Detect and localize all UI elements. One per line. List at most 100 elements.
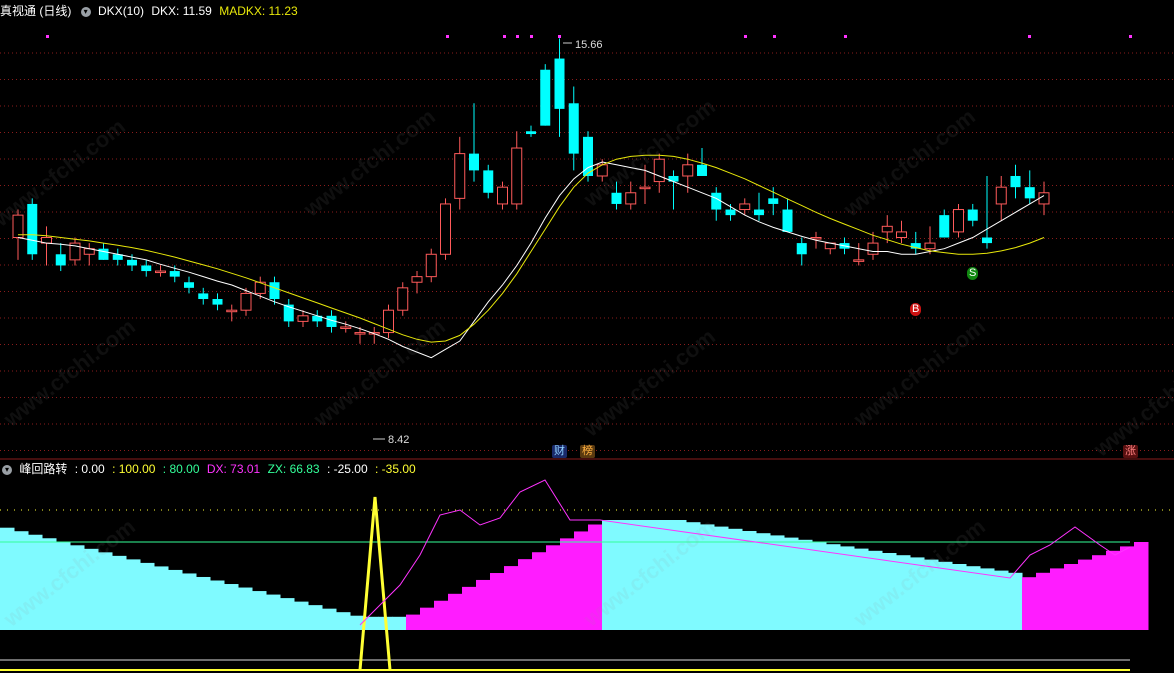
candle-body-down	[141, 265, 152, 272]
candle-body-down	[212, 299, 223, 305]
candle-body-down	[127, 259, 137, 266]
line-low2-value: : -35.00	[374, 462, 416, 476]
indicator-column	[1022, 577, 1037, 630]
indicator-column	[658, 520, 673, 630]
indicator-column	[770, 535, 785, 630]
stock-title: 真视通 (日线)	[0, 4, 72, 18]
indicator-column	[924, 559, 939, 630]
candle-body-up	[682, 164, 694, 177]
dx-value: DX: 73.01	[206, 462, 261, 476]
indicator-column	[0, 527, 15, 630]
main-header: 真视通 (日线) ▾ DKX(10) DKX: 11.59 MADKX: 11.…	[0, 2, 302, 20]
candle-body-down	[483, 170, 494, 193]
indicator-column	[14, 531, 29, 630]
indicator-column	[994, 570, 1009, 630]
indicator-column	[1036, 572, 1051, 630]
cai-marker: 财	[552, 445, 567, 458]
indicator-column	[392, 616, 407, 630]
candle-body-down	[540, 69, 551, 126]
indicator-column	[420, 607, 435, 630]
indicator-column	[602, 520, 617, 630]
candle-body-down	[725, 209, 736, 216]
indicator-column	[140, 562, 155, 630]
indicator-column	[588, 524, 603, 630]
candle-body-down	[796, 243, 807, 255]
candle-body-down	[55, 254, 66, 266]
indicator-title[interactable]: 峰回路转	[19, 462, 67, 476]
indicator-label[interactable]: DKX(10)	[98, 4, 144, 18]
candle-body-up	[511, 147, 523, 205]
indicator-column	[336, 612, 351, 630]
indicator-column	[490, 573, 505, 630]
indicator-column	[728, 528, 743, 630]
indicator-column	[910, 557, 925, 630]
dropdown-icon[interactable]: ▾	[2, 464, 12, 475]
indicator-column	[168, 569, 183, 630]
candle-body-down	[469, 153, 479, 171]
low-price-label: 8.42	[388, 434, 409, 446]
candle-body-up	[995, 186, 1007, 205]
indicator-column	[196, 576, 211, 630]
signal-dot	[446, 35, 449, 38]
candle-body-up	[340, 326, 352, 329]
indicator-column	[560, 538, 575, 630]
indicator-column	[448, 593, 463, 630]
candle-body-up	[853, 259, 865, 262]
candle-body-up	[739, 203, 751, 211]
indicator-column	[630, 520, 645, 630]
indicator-column	[84, 548, 99, 630]
indicator-column	[616, 520, 631, 630]
signal-dot	[844, 35, 847, 38]
dkx-value: DKX: 11.59	[151, 4, 212, 18]
indicator-column	[812, 542, 827, 630]
candle-body-up	[639, 186, 651, 190]
sell-marker: S	[967, 267, 979, 280]
zhang-marker: 涨	[1123, 445, 1138, 458]
candle-body-up	[155, 270, 166, 274]
indicator-column	[406, 614, 421, 630]
candle-body-up	[653, 158, 665, 183]
indicator-column	[546, 545, 561, 630]
dropdown-icon[interactable]: ▾	[80, 6, 91, 17]
signal-dot	[1028, 35, 1031, 38]
signal-dot	[744, 35, 747, 38]
indicator-column	[322, 608, 337, 630]
candle-body-down	[768, 198, 779, 204]
candle-body-up	[397, 287, 409, 311]
stock-chart-canvas[interactable]: 15.66 8.42	[0, 0, 1174, 673]
candle-body-up	[354, 332, 366, 335]
indicator-column	[1050, 568, 1065, 630]
indicator-column	[1134, 542, 1149, 630]
line-low1-value: : -25.00	[326, 462, 368, 476]
indicator-column	[854, 548, 869, 630]
indicator-column	[672, 520, 687, 630]
candle-body-down	[27, 203, 38, 255]
lower-header: ▾ 峰回路转 : 0.00 : 100.00 : 80.00 DX: 73.01…	[0, 460, 420, 478]
indicator-column	[182, 573, 197, 630]
indicator-column	[210, 580, 225, 630]
indicator-column	[798, 539, 813, 630]
indicator-column	[56, 541, 71, 630]
indicator-column	[896, 555, 911, 630]
candle-body-up	[896, 231, 907, 239]
indicator-column	[112, 555, 127, 630]
signal-dot	[773, 35, 776, 38]
candle-body-up	[1038, 192, 1050, 205]
indicator-column	[1120, 546, 1135, 630]
signal-dot	[46, 35, 49, 38]
indicator-column	[154, 566, 169, 630]
indicator-column	[1106, 550, 1121, 630]
indicator-column	[238, 587, 253, 630]
candle-body-down	[611, 192, 622, 204]
candle-body-down	[754, 209, 764, 216]
candle-body-down	[711, 192, 722, 210]
line-high-value: : 80.00	[162, 462, 200, 476]
indicator-column	[532, 552, 547, 630]
candle-body-up	[625, 192, 637, 205]
candle-body-up	[497, 186, 508, 205]
indicator-column	[70, 545, 85, 630]
high-price-label: 15.66	[575, 39, 603, 51]
indicator-column	[980, 568, 995, 630]
indicator-column	[882, 553, 897, 630]
indicator-column	[224, 584, 239, 630]
